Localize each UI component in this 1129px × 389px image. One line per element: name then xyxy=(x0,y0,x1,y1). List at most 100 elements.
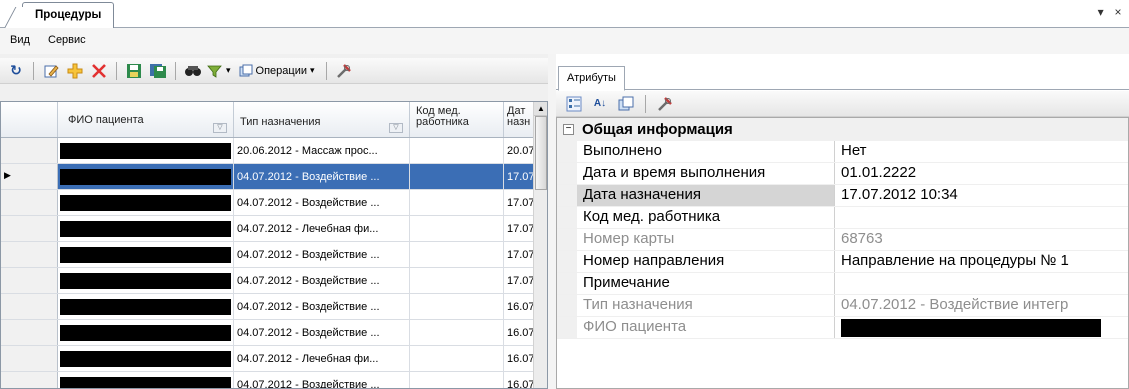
scroll-up-icon[interactable]: ▲ xyxy=(534,102,547,116)
cell-patient-name[interactable] xyxy=(58,138,234,163)
cell-patient-name[interactable] xyxy=(58,294,234,319)
cell-patient-name[interactable] xyxy=(58,190,234,215)
row-selector[interactable] xyxy=(1,190,58,215)
cell-worker-code[interactable] xyxy=(410,190,504,215)
table-row[interactable]: 04.07.2012 - Воздействие ... 16.07 xyxy=(1,294,535,320)
refresh-icon[interactable]: ↻ xyxy=(6,61,26,81)
scroll-thumb[interactable] xyxy=(535,116,547,190)
grid-vertical-scrollbar[interactable]: ▲ xyxy=(533,102,547,388)
row-selector[interactable] xyxy=(1,242,58,267)
property-value-cell[interactable] xyxy=(835,273,1128,294)
cell-patient-name[interactable] xyxy=(58,372,234,388)
table-row[interactable]: 04.07.2012 - Воздействие ... 17.07 xyxy=(1,268,535,294)
cell-worker-code[interactable] xyxy=(410,346,504,371)
cell-patient-name[interactable] xyxy=(58,164,234,189)
add-icon[interactable] xyxy=(65,61,85,81)
collapse-icon[interactable]: − xyxy=(563,124,574,135)
cell-assignment-type[interactable]: 04.07.2012 - Воздействие ... xyxy=(234,320,410,345)
operations-menu-button[interactable]: Операции ▾ xyxy=(235,61,319,81)
category-general-info[interactable]: − Общая информация xyxy=(557,118,1128,141)
row-selector[interactable] xyxy=(1,216,58,241)
tools-icon[interactable] xyxy=(655,94,675,114)
cell-patient-name[interactable] xyxy=(58,346,234,371)
property-value-cell[interactable]: Направление на процедуры № 1 xyxy=(835,251,1128,272)
cell-assignment-date[interactable]: 17.07 xyxy=(504,164,535,189)
cell-worker-code[interactable] xyxy=(410,242,504,267)
property-value-cell[interactable]: 17.07.2012 10:34 xyxy=(835,185,1128,206)
cell-assignment-date[interactable]: 17.07 xyxy=(504,268,535,293)
property-row[interactable]: Код мед. работника xyxy=(557,207,1128,229)
tools-icon[interactable] xyxy=(334,61,354,81)
cell-worker-code[interactable] xyxy=(410,372,504,388)
table-row[interactable]: 20.06.2012 - Массаж прос... 20.07 xyxy=(1,138,535,164)
find-icon[interactable] xyxy=(183,61,203,81)
column-header-type[interactable]: Тип назначения ▽ xyxy=(234,102,410,137)
cell-assignment-type[interactable]: 04.07.2012 - Лечебная фи... xyxy=(234,346,410,371)
edit-icon[interactable] xyxy=(41,61,61,81)
pages-icon[interactable] xyxy=(616,94,636,114)
property-row[interactable]: Выполнено Нет xyxy=(557,141,1128,163)
table-row[interactable]: 04.07.2012 - Лечебная фи... 16.07 xyxy=(1,346,535,372)
delete-icon[interactable] xyxy=(89,61,109,81)
cell-patient-name[interactable] xyxy=(58,216,234,241)
categorized-icon[interactable] xyxy=(564,94,584,114)
property-value-cell[interactable]: 68763 xyxy=(835,229,1128,250)
cell-assignment-date[interactable]: 16.07 xyxy=(504,294,535,319)
cell-assignment-date[interactable]: 16.07 xyxy=(504,372,535,388)
tab-attributes[interactable]: Атрибуты xyxy=(558,66,625,91)
column-header-patient[interactable]: ФИО пациента ▽ xyxy=(58,102,234,137)
property-row[interactable]: Номер карты 68763 xyxy=(557,229,1128,251)
property-row[interactable]: Примечание xyxy=(557,273,1128,295)
property-row[interactable]: Дата назначения 17.07.2012 10:34 xyxy=(557,185,1128,207)
save-all-icon[interactable] xyxy=(148,61,168,81)
table-row[interactable]: 04.07.2012 - Воздействие ... 17.07 xyxy=(1,190,535,216)
cell-assignment-type[interactable]: 04.07.2012 - Воздействие ... xyxy=(234,294,410,319)
row-selector[interactable] xyxy=(1,164,58,189)
property-value-cell[interactable]: 01.01.2222 xyxy=(835,163,1128,184)
row-selector[interactable] xyxy=(1,268,58,293)
property-row[interactable]: Тип назначения 04.07.2012 - Воздействие и… xyxy=(557,295,1128,317)
property-value-cell[interactable] xyxy=(835,317,1128,338)
cell-assignment-date[interactable]: 17.07 xyxy=(504,190,535,215)
cell-worker-code[interactable] xyxy=(410,320,504,345)
property-row[interactable]: Дата и время выполнения 01.01.2222 xyxy=(557,163,1128,185)
property-value-cell[interactable] xyxy=(835,207,1128,228)
cell-assignment-type[interactable]: 20.06.2012 - Массаж прос... xyxy=(234,138,410,163)
table-row[interactable]: 04.07.2012 - Воздействие ... 17.07 xyxy=(1,164,535,190)
cell-patient-name[interactable] xyxy=(58,268,234,293)
property-value-cell[interactable]: Нет xyxy=(835,141,1128,162)
row-selector[interactable] xyxy=(1,320,58,345)
filter-icon[interactable]: ▾ xyxy=(207,61,231,81)
cell-patient-name[interactable] xyxy=(58,242,234,267)
table-row[interactable]: 04.07.2012 - Воздействие ... 16.07 xyxy=(1,372,535,388)
cell-assignment-date[interactable]: 17.07 xyxy=(504,216,535,241)
cell-worker-code[interactable] xyxy=(410,216,504,241)
cell-assignment-type[interactable]: 04.07.2012 - Лечебная фи... xyxy=(234,216,410,241)
cell-assignment-type[interactable]: 04.07.2012 - Воздействие ... xyxy=(234,190,410,215)
cell-assignment-date[interactable]: 17.07 xyxy=(504,242,535,267)
property-row[interactable]: Номер направления Направление на процедур… xyxy=(557,251,1128,273)
cell-worker-code[interactable] xyxy=(410,294,504,319)
dropdown-icon[interactable]: ▾ xyxy=(1094,5,1108,19)
cell-patient-name[interactable] xyxy=(58,320,234,345)
menu-service[interactable]: Сервис xyxy=(48,34,86,46)
cell-assignment-type[interactable]: 04.07.2012 - Воздействие ... xyxy=(234,268,410,293)
table-row[interactable]: 04.07.2012 - Воздействие ... 17.07 xyxy=(1,242,535,268)
filter-dropdown-icon[interactable]: ▽ xyxy=(389,123,403,133)
sort-az-icon[interactable]: A↓ xyxy=(590,94,610,114)
cell-worker-code[interactable] xyxy=(410,138,504,163)
row-selector[interactable] xyxy=(1,372,58,388)
table-row[interactable]: 04.07.2012 - Лечебная фи... 17.07 xyxy=(1,216,535,242)
filter-dropdown-icon[interactable]: ▽ xyxy=(213,123,227,133)
cell-assignment-type[interactable]: 04.07.2012 - Воздействие ... xyxy=(234,372,410,388)
save-icon[interactable] xyxy=(124,61,144,81)
cell-assignment-type[interactable]: 04.07.2012 - Воздействие ... xyxy=(234,242,410,267)
close-icon[interactable]: × xyxy=(1111,5,1125,19)
menu-view[interactable]: Вид xyxy=(10,34,30,46)
row-selector[interactable] xyxy=(1,138,58,163)
property-row[interactable]: ФИО пациента xyxy=(557,317,1128,339)
row-selector[interactable] xyxy=(1,346,58,371)
cell-assignment-date[interactable]: 16.07 xyxy=(504,320,535,345)
table-row[interactable]: 04.07.2012 - Воздействие ... 16.07 xyxy=(1,320,535,346)
tab-procedures[interactable]: Процедуры xyxy=(22,2,115,29)
